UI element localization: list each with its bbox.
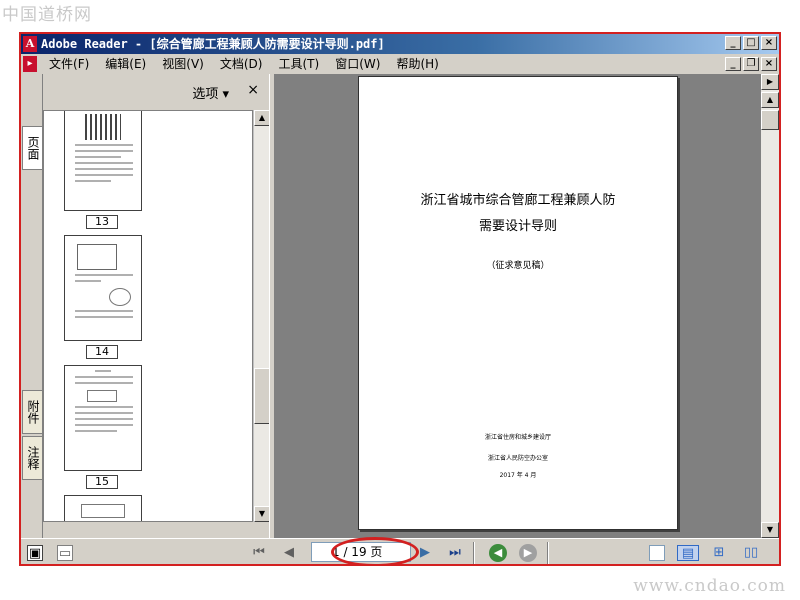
continuous-facing-icon[interactable]: ▯▯ — [743, 545, 759, 561]
menu-document[interactable]: 文档(D) — [212, 54, 271, 74]
menu-tools[interactable]: 工具(T) — [270, 54, 327, 74]
document-issuer-1: 浙江省住房和城乡建设厅 — [484, 434, 551, 441]
previous-page-icon[interactable]: ◀ — [281, 545, 297, 561]
thumbnail-figure — [85, 114, 121, 140]
scrollbar-thumb[interactable] — [761, 110, 779, 130]
thumbnail-list[interactable]: 13 14 15 — [43, 110, 253, 522]
menu-file[interactable]: 文件(F) — [41, 54, 97, 74]
thumbnail-figure — [81, 504, 125, 518]
continuous-icon[interactable]: ▤ — [677, 545, 699, 561]
doc-close-button[interactable]: × — [761, 57, 777, 71]
adobe-reader-icon[interactable]: A — [23, 36, 37, 52]
doc-minimize-button[interactable]: _ — [725, 57, 741, 71]
last-page-icon[interactable]: ⏭ — [447, 545, 463, 561]
adobe-reader-window: A Adobe Reader - [综合管廊工程兼顾人防需要设计导则.pdf] … — [19, 32, 781, 566]
status-toolbar: ▣ ▭ ⏮ ◀ 1 / 19 页 ▶ ⏭ ◀ ▶ ▤ ⊞ ▯▯ — [21, 537, 779, 564]
thumbnail-scrollbar[interactable]: ▲ ▼ — [253, 110, 270, 522]
thumbnail-page-number[interactable]: 14 — [86, 345, 118, 359]
go-forward-icon[interactable]: ▶ — [519, 544, 537, 562]
menu-bar: ▸ 文件(F) 编辑(E) 视图(V) 文档(D) 工具(T) 窗口(W) 帮助… — [21, 54, 779, 74]
document-scrollbar[interactable]: ▶ ▲ ▼ — [761, 74, 779, 538]
single-page-icon[interactable] — [649, 545, 665, 561]
pages-panel: 选项 ▾ × 13 14 15 ▲ ▼ — [43, 74, 270, 538]
doc-restore-button[interactable]: ❐ — [743, 57, 759, 71]
menu-help[interactable]: 帮助(H) — [388, 54, 446, 74]
document-title-line1: 浙江省城市综合管廊工程兼顾人防 — [420, 193, 616, 208]
pdf-document-icon[interactable]: ▸ — [23, 56, 37, 72]
thumbnail-figure — [77, 244, 117, 270]
window-title: Adobe Reader - [综合管廊工程兼顾人防需要设计导则.pdf] — [41, 37, 385, 51]
red-highlight-circle — [331, 537, 419, 564]
scroll-down-arrow-icon[interactable]: ▼ — [761, 522, 779, 538]
minimize-button[interactable]: _ — [725, 36, 741, 50]
page-thumbnail[interactable] — [64, 235, 142, 341]
document-view[interactable]: 浙江省城市综合管廊工程兼顾人防 需要设计导则 （征求意见稿） 浙江省住房和城乡建… — [275, 74, 761, 538]
toolbar-separator — [473, 542, 475, 564]
maximize-button[interactable]: □ — [743, 36, 759, 50]
watermark-top: 中国道桥网 — [2, 5, 92, 25]
page-thumbnail[interactable] — [64, 495, 142, 521]
first-page-icon[interactable]: ⏮ — [251, 545, 267, 561]
panel-close-icon[interactable]: × — [247, 82, 259, 98]
thumbnail-page-number[interactable]: 13 — [86, 215, 118, 229]
pdf-page[interactable]: 浙江省城市综合管廊工程兼顾人防 需要设计导则 （征求意见稿） 浙江省住房和城乡建… — [358, 76, 678, 530]
page-thumbnail[interactable] — [64, 111, 142, 211]
document-date: 2017 年 4 月 — [499, 472, 537, 479]
scroll-right-arrow-icon[interactable]: ▶ — [761, 74, 779, 90]
next-page-icon[interactable]: ▶ — [417, 545, 433, 561]
menu-view[interactable]: 视图(V) — [154, 54, 212, 74]
panel-header: 选项 ▾ × — [43, 74, 269, 110]
close-button[interactable]: × — [761, 36, 777, 50]
tab-comments[interactable]: 注释 — [22, 436, 42, 480]
document-properties-icon[interactable]: ▭ — [57, 545, 73, 561]
title-bar[interactable]: A Adobe Reader - [综合管廊工程兼顾人防需要设计导则.pdf] … — [21, 34, 779, 54]
thumbnail-page-number[interactable]: 15 — [86, 475, 118, 489]
go-back-icon[interactable]: ◀ — [489, 544, 507, 562]
scroll-up-arrow-icon[interactable]: ▲ — [254, 110, 270, 126]
tab-pages[interactable]: 页面 — [22, 126, 42, 170]
toolbar-separator — [547, 542, 549, 564]
screen-icon[interactable]: ▣ — [27, 545, 43, 561]
scroll-up-arrow-icon[interactable]: ▲ — [761, 92, 779, 108]
watermark-bottom: www.cndao.com — [633, 576, 786, 596]
document-title-line2: 需要设计导则 — [478, 219, 557, 234]
thumbnail-figure — [109, 288, 131, 306]
screenshot-root: 中国道桥网 www.cndao.com A Adobe Reader - [综合… — [0, 0, 800, 600]
document-draft-note: （征求意见稿） — [486, 261, 550, 271]
facing-icon[interactable]: ⊞ — [711, 545, 727, 561]
page-thumbnail[interactable] — [64, 365, 142, 471]
menu-edit[interactable]: 编辑(E) — [97, 54, 154, 74]
scroll-down-arrow-icon[interactable]: ▼ — [254, 506, 270, 522]
navigation-tabs: 页面 附件 注释 — [21, 74, 43, 538]
document-issuer-2: 浙江省人民防空办公室 — [487, 455, 548, 462]
tab-attachments[interactable]: 附件 — [22, 390, 42, 434]
menu-window[interactable]: 窗口(W) — [327, 54, 388, 74]
scrollbar-thumb[interactable] — [254, 368, 270, 424]
options-dropdown[interactable]: 选项 ▾ — [192, 83, 229, 102]
thumbnail-figure — [87, 390, 117, 402]
